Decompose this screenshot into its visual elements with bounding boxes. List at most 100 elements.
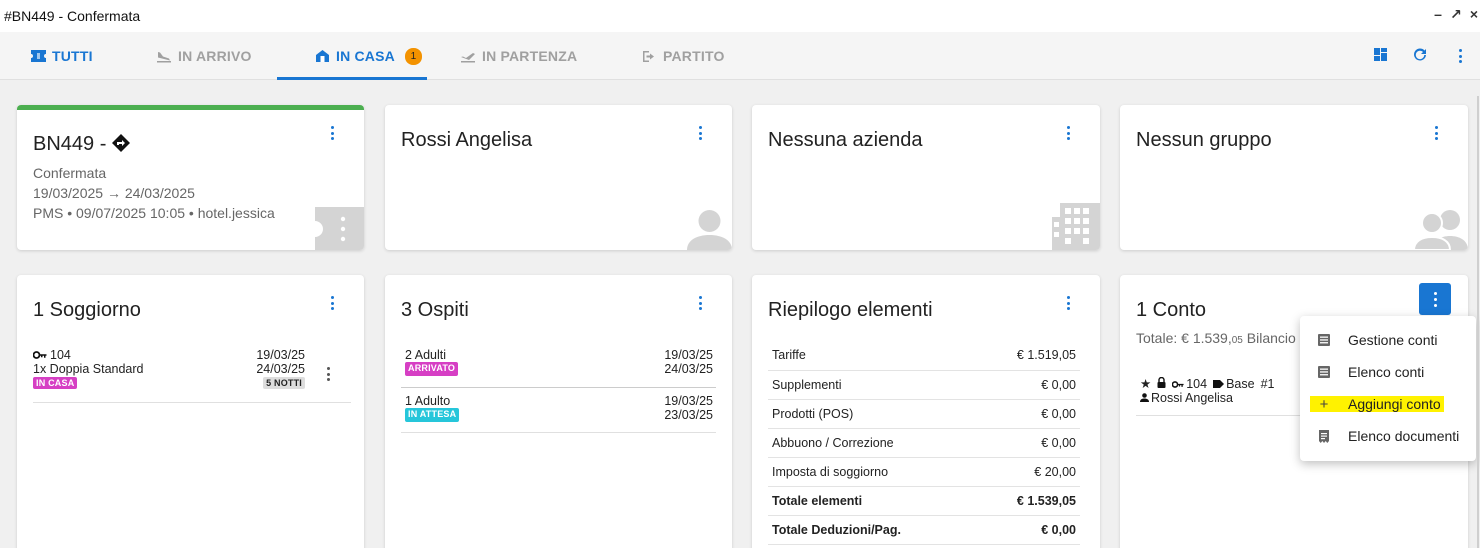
summary-card: Riepilogo elementi Tariffe € 1.519,05 Sup…: [752, 275, 1100, 548]
menu-item-label: Elenco documenti: [1348, 428, 1460, 444]
stays-title: 1 Soggiorno: [33, 299, 141, 321]
account-type: Base: [1226, 376, 1255, 391]
guest-card: Rossi Angelisa: [385, 105, 732, 250]
kebab-icon: [1433, 292, 1437, 307]
ticket-icon: [30, 48, 46, 64]
layout-button[interactable]: [1360, 36, 1400, 76]
person-bg-icon: [687, 208, 732, 250]
tab-bar: TUTTI IN ARRIVO IN CASA 1 IN PARTENZA PA…: [0, 32, 1480, 80]
scrollbar[interactable]: [1477, 96, 1479, 548]
guests-card: 3 Ospiti 2 Adulti 19/03/25 ARRIVATO 24/0…: [385, 275, 732, 548]
menu-item-label: Gestione conti: [1348, 332, 1438, 348]
guest-row-label: 2 Adulti: [405, 348, 447, 362]
active-tab-indicator: [277, 77, 427, 80]
summary-menu-button[interactable]: [1062, 295, 1074, 311]
menu-item-elenco-conti[interactable]: Elenco conti: [1300, 356, 1476, 388]
dashboard-icon: [1373, 48, 1387, 64]
company-menu-button[interactable]: [1062, 125, 1074, 141]
menu-item-label: Elenco conti: [1348, 364, 1425, 380]
booking-card: BN449 - Confermata 19/03/2025 → 24/03/20…: [17, 105, 364, 250]
group-name: Nessun gruppo: [1136, 129, 1272, 151]
menu-item-gestione-conti[interactable]: Gestione conti: [1300, 324, 1476, 356]
guest-row[interactable]: 1 Adulto 19/03/25 IN ATTESA 23/03/25: [401, 394, 716, 433]
status-bar: [17, 105, 364, 110]
refresh-button[interactable]: [1400, 36, 1440, 76]
star-icon: ★: [1140, 377, 1152, 391]
booking-title: BN449 -: [33, 133, 107, 155]
tab-partito[interactable]: PARTITO: [641, 32, 725, 80]
guests-menu-button[interactable]: [694, 295, 706, 311]
direction-icon: [112, 134, 131, 155]
summary-label: Supplementi: [768, 370, 978, 400]
stays-card: 1 Soggiorno 104 19/03/25 1x Doppia Stand…: [17, 275, 364, 548]
group-menu-button[interactable]: [1430, 125, 1442, 141]
tab-label: IN ARRIVO: [178, 48, 252, 64]
guest-row-to: 24/03/25: [664, 362, 713, 376]
total-amount: Totale: € 1.539,: [1136, 330, 1232, 346]
stay-room-type: 1x Doppia Standard: [33, 362, 144, 376]
tab-label: TUTTI: [52, 48, 93, 64]
accounts-title: 1 Conto: [1136, 299, 1207, 321]
summary-label: Totale elementi: [768, 486, 978, 516]
stay-row-menu-button[interactable]: [322, 366, 334, 382]
lock-icon: [1157, 376, 1166, 391]
plane-departure-icon: [460, 48, 476, 64]
guest-row-to: 23/03/25: [664, 408, 713, 422]
stays-menu-button[interactable]: [326, 295, 338, 311]
accounts-menu-button[interactable]: [1419, 283, 1451, 315]
accounts-total: Totale: € 1.539,05 Bilancio: [1136, 328, 1296, 351]
label-tag-icon: [1213, 377, 1225, 391]
summary-value: € 0,00: [977, 428, 1080, 458]
key-icon: [32, 348, 47, 362]
summary-value: € 0,00: [977, 370, 1080, 400]
stay-row[interactable]: 104 19/03/25 1x Doppia Standard 24/03/25…: [32, 348, 351, 403]
guest-name: Rossi Angelisa: [401, 129, 533, 151]
menu-item-aggiungi-conto[interactable]: + Aggiungi conto: [1300, 388, 1476, 420]
maximize-icon[interactable]: ↗: [1450, 6, 1462, 23]
tab-in-partenza[interactable]: IN PARTENZA: [460, 32, 577, 80]
summary-value: € 1.519,05: [977, 341, 1080, 371]
summary-value: € 0,00: [977, 399, 1080, 429]
stay-departure: 24/03/25: [256, 362, 305, 376]
tab-in-arrivo[interactable]: IN ARRIVO: [156, 32, 252, 80]
summary-row: Abbuono / Correzione € 0,00: [768, 428, 1080, 458]
plane-landing-icon: [156, 48, 172, 64]
account-room: 104: [1186, 376, 1208, 391]
booking-dates: 19/03/2025 → 24/03/2025: [33, 185, 195, 201]
booking-menu-button[interactable]: [326, 125, 338, 141]
summary-row: Imposta di soggiorno € 20,00: [768, 457, 1080, 487]
summary-row: Supplementi € 0,00: [768, 370, 1080, 400]
guest-row-status: IN ATTESA: [405, 408, 460, 422]
group-card: Nessun gruppo: [1120, 105, 1468, 250]
guests-title: 3 Ospiti: [401, 299, 469, 321]
receipt-icon: [1317, 429, 1331, 443]
guest-menu-button[interactable]: [694, 125, 706, 141]
guest-row-status: ARRIVATO: [405, 362, 459, 376]
account-number: #1: [1260, 376, 1275, 391]
summary-value: € 0,00: [977, 515, 1080, 545]
stay-arrival: 19/03/25: [256, 348, 305, 362]
minimize-icon[interactable]: –: [1432, 6, 1444, 23]
accounts-context-menu: Gestione conti Elenco conti + Aggiungi c…: [1300, 316, 1476, 461]
tab-tutti[interactable]: TUTTI: [30, 32, 93, 80]
stay-room: 104: [50, 348, 71, 362]
close-icon[interactable]: ×: [1468, 6, 1480, 23]
stay-nights-badge: 5 NOTTI: [263, 377, 305, 389]
more-options-button[interactable]: [1440, 36, 1480, 76]
plus-icon: +: [1319, 395, 1329, 413]
summary-row: Tariffe € 1.519,05: [768, 341, 1080, 371]
tab-label: IN PARTENZA: [482, 48, 578, 64]
list-icon: [1317, 333, 1331, 347]
stay-status-badge: IN CASA: [33, 377, 78, 389]
home-icon: [314, 48, 330, 64]
tab-in-casa[interactable]: IN CASA 1: [314, 32, 422, 80]
guest-row-from: 19/03/25: [664, 348, 713, 362]
person-icon: [1140, 391, 1149, 405]
summary-row: Prodotti (POS) € 0,00: [768, 399, 1080, 429]
booking-status: Confermata: [33, 165, 107, 181]
menu-item-elenco-documenti[interactable]: Elenco documenti: [1300, 420, 1476, 452]
tab-label: PARTITO: [663, 48, 725, 64]
kebab-icon: [1454, 49, 1466, 63]
summary-title: Riepilogo elementi: [768, 299, 933, 321]
guest-row[interactable]: 2 Adulti 19/03/25 ARRIVATO 24/03/25: [401, 348, 716, 388]
